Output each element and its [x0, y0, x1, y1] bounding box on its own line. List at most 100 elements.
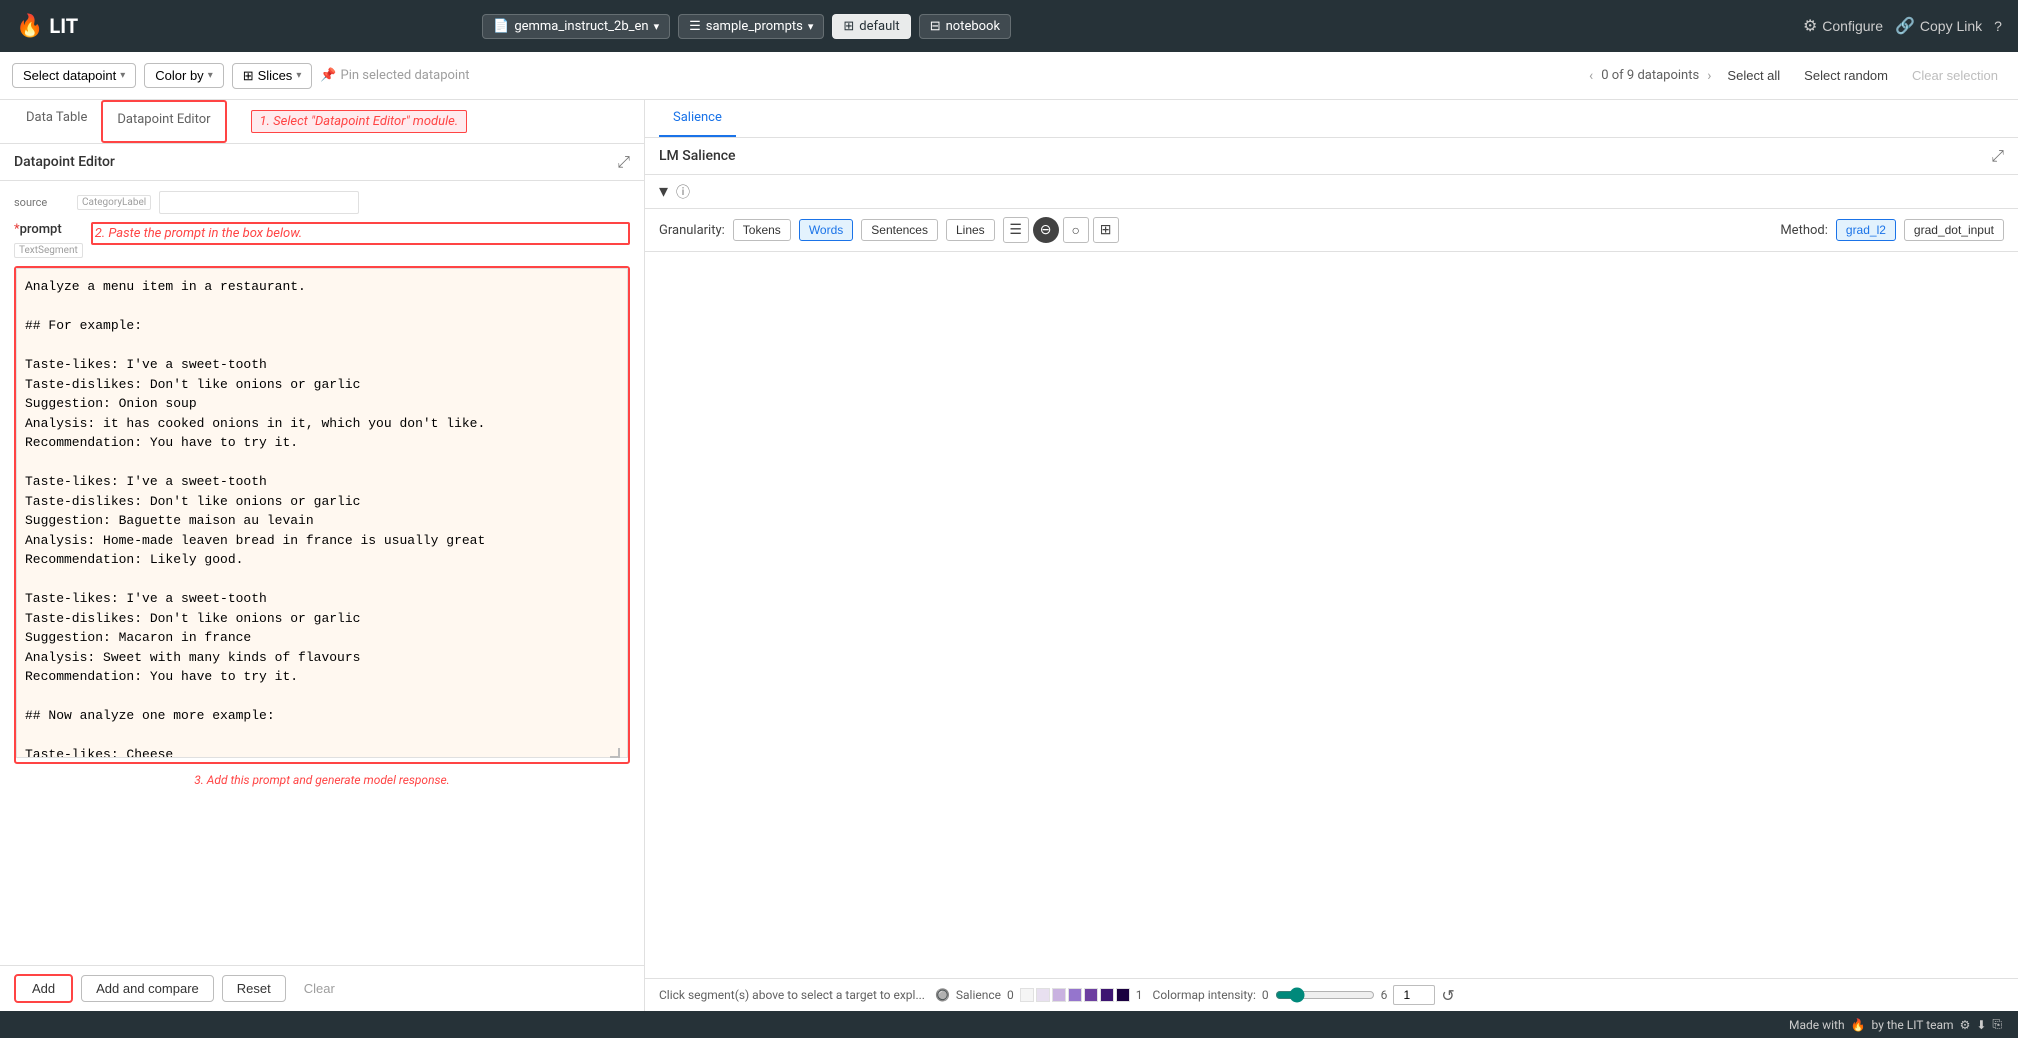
slices-button[interactable]: ⊞ Slices ▾ [232, 63, 313, 89]
view-icons-group: ☰ ⊖ ○ ⊞ [1003, 217, 1119, 243]
right-expand-icon[interactable]: ⤢ [1991, 146, 2004, 166]
granularity-label: Granularity: [659, 223, 725, 238]
copy-link-button[interactable]: 🔗 Copy Link [1895, 16, 1982, 36]
datapoint-editor-title: Datapoint Editor [14, 154, 115, 170]
next-datapoint-arrow[interactable]: › [1707, 68, 1711, 84]
prev-datapoint-arrow[interactable]: ‹ [1589, 68, 1593, 84]
step-input[interactable] [1393, 985, 1435, 1005]
tab-data-table-label: Data Table [26, 110, 87, 125]
method-grad-l2-button[interactable]: grad_l2 [1836, 219, 1896, 241]
copy-link-label: Copy Link [1920, 18, 1982, 34]
granularity-words-label: Words [809, 223, 843, 237]
share-icon[interactable]: ⎘ [1992, 1017, 2002, 1032]
clear-selection-button[interactable]: Clear selection [1904, 64, 2006, 87]
tab-salience[interactable]: Salience [659, 100, 736, 137]
cm-box-6 [1116, 988, 1130, 1002]
salience-tab-label: Salience [673, 110, 722, 125]
salience-min: 0 [1007, 988, 1014, 1002]
method-grad-dot-input-label: grad_dot_input [1914, 223, 1994, 237]
granularity-sentences-button[interactable]: Sentences [861, 219, 938, 241]
toolbar: Select datapoint ▾ Color by ▾ ⊞ Slices ▾… [0, 52, 2018, 100]
dataset-selector[interactable]: ☰ sample_prompts ▾ [678, 14, 824, 39]
granularity-words-button[interactable]: Words [799, 219, 853, 241]
top-navigation: 🔥 LIT 📄 gemma_instruct_2b_en ▾ ☰ sample_… [0, 0, 2018, 52]
right-panel-tabs: Salience [645, 100, 2018, 138]
bottom-hint-text: Click segment(s) above to select a targe… [659, 988, 925, 1002]
pin-icon: 📌 [320, 68, 336, 83]
refresh-icon[interactable]: ↺ [1441, 986, 1454, 1005]
select-datapoint-caret-icon: ▾ [120, 70, 125, 81]
default-tab[interactable]: ⊞ default [832, 14, 910, 39]
help-button[interactable]: ? [1994, 18, 2002, 34]
add-button[interactable]: Add [14, 974, 73, 1003]
select-random-button[interactable]: Select random [1796, 64, 1896, 87]
footer: Made with 🔥 by the LIT team ⚙ ⬇ ⎘ [0, 1011, 2018, 1038]
slices-icon: ⊞ [243, 68, 254, 84]
clear-button[interactable]: Clear [294, 976, 345, 1001]
default-tab-icon: ⊞ [843, 19, 854, 34]
dropdown-toggle-icon[interactable]: ▾ [659, 181, 668, 202]
method-grad-l2-label: grad_l2 [1846, 223, 1886, 237]
color-by-button[interactable]: Color by ▾ [144, 63, 223, 88]
cm-box-1 [1036, 988, 1050, 1002]
reset-button[interactable]: Reset [222, 975, 286, 1002]
granularity-lines-button[interactable]: Lines [946, 219, 995, 241]
prompt-field-row: *prompt TextSegment 2. Paste the prompt … [14, 222, 630, 258]
salience-max: 1 [1136, 988, 1143, 1002]
cm-box-2 [1052, 988, 1066, 1002]
notebook-tab-label: notebook [946, 19, 1000, 34]
prompt-textarea[interactable]: Analyze a menu item in a restaurant. ## … [16, 268, 628, 758]
cm-box-4 [1084, 988, 1098, 1002]
granularity-sentences-label: Sentences [871, 223, 928, 237]
select-datapoint-button[interactable]: Select datapoint ▾ [12, 63, 136, 88]
info-circle-icon[interactable]: ⓘ [676, 182, 690, 202]
pin-label: 📌 Pin selected datapoint [320, 68, 469, 83]
method-grad-dot-input-button[interactable]: grad_dot_input [1904, 219, 2004, 241]
prompt-type-badge: TextSegment [14, 243, 83, 258]
model-icon: 📄 [493, 19, 509, 34]
cm-box-3 [1068, 988, 1082, 1002]
link-icon: 🔗 [1895, 16, 1915, 36]
prompt-textarea-wrapper: Analyze a menu item in a restaurant. ## … [14, 266, 630, 764]
bottom-action-bar: Add Add and compare Reset Clear [0, 965, 644, 1011]
add-compare-button[interactable]: Add and compare [81, 975, 214, 1002]
download-icon[interactable]: ⬇ [1976, 1018, 1986, 1032]
granularity-tokens-label: Tokens [743, 223, 781, 237]
select-all-button[interactable]: Select all [1719, 64, 1788, 87]
dataset-name: sample_prompts [706, 19, 803, 34]
configure-button[interactable]: ⚙ Configure [1803, 16, 1883, 36]
colormap-intensity-section: Colormap intensity: 0 6 ↺ [1153, 985, 1455, 1005]
datapoint-editor-header: Datapoint Editor ⤢ [0, 144, 644, 181]
salience-label: Salience [956, 988, 1001, 1002]
gear-icon: ⚙ [1803, 16, 1817, 36]
resize-handle[interactable] [610, 748, 620, 758]
intensity-min: 0 [1262, 988, 1269, 1002]
tab-datapoint-editor[interactable]: Datapoint Editor [101, 100, 226, 143]
pin-text: Pin selected datapoint [341, 68, 470, 83]
model-selector[interactable]: 📄 gemma_instruct_2b_en ▾ [482, 14, 670, 39]
granularity-lines-label: Lines [956, 223, 985, 237]
circle-view-icon[interactable]: ○ [1063, 217, 1089, 243]
model-chevron-icon: ▾ [654, 20, 660, 33]
source-input[interactable] [159, 191, 359, 214]
tab-data-table[interactable]: Data Table [12, 100, 101, 143]
grid-view-icon[interactable]: ⊞ [1093, 217, 1119, 243]
notebook-tab[interactable]: ⊟ notebook [919, 14, 1011, 39]
annotation-step1: 1. Select "Datapoint Editor" module. [251, 110, 468, 133]
right-panel-header: LM Salience ⤢ [645, 138, 2018, 175]
default-tab-label: default [859, 19, 899, 34]
settings-icon[interactable]: ⚙ [1960, 1018, 1971, 1032]
list-view-icon[interactable]: ☰ [1003, 217, 1029, 243]
expand-icon[interactable]: ⤢ [617, 152, 630, 172]
datapoint-editor-body: source CategoryLabel *prompt TextSegment… [0, 181, 644, 965]
minus-circle-view-icon[interactable]: ⊖ [1033, 217, 1059, 243]
granularity-tokens-button[interactable]: Tokens [733, 219, 791, 241]
toolbar-right: ‹ 0 of 9 datapoints › Select all Select … [1589, 64, 2006, 87]
intensity-slider[interactable] [1275, 987, 1375, 1003]
lm-salience-title: LM Salience [659, 148, 736, 164]
source-field-row: source CategoryLabel [14, 191, 630, 214]
granularity-controls: Granularity: Tokens Words Sentences Line… [645, 209, 2018, 252]
right-content-area [645, 252, 2018, 978]
nav-center: 📄 gemma_instruct_2b_en ▾ ☰ sample_prompt… [482, 14, 1011, 39]
cm-box-5 [1100, 988, 1114, 1002]
